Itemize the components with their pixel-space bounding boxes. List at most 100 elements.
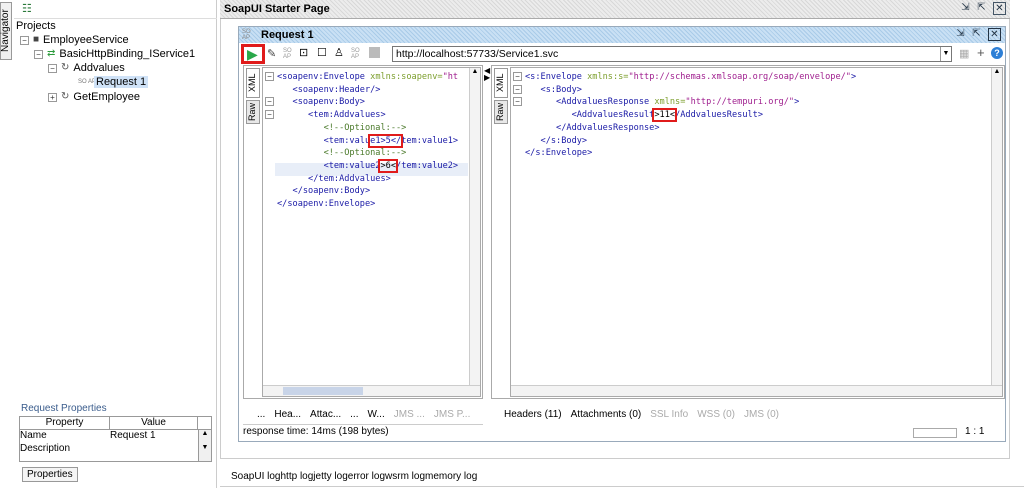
xml-token: > xyxy=(850,72,857,82)
highlighted-value: >11< xyxy=(652,108,678,123)
endpoint-select[interactable]: http://localhost:57733/Service1.svc ▼ xyxy=(392,46,952,62)
xml-token: "http://tempuri.org/" xyxy=(685,97,795,108)
tree-item-binding[interactable]: − ⇄ BasicHttpBinding_IService1 xyxy=(34,48,195,60)
xml-token: <soapenv:Envelope xyxy=(277,72,371,82)
highlighted-value: >6< xyxy=(378,158,398,173)
fold-icon[interactable]: − xyxy=(265,110,274,120)
tab[interactable]: http log xyxy=(280,471,313,482)
code-line: <AddvaluesResponse xmlns="http://tempuri… xyxy=(525,96,856,109)
fold-icon[interactable]: − xyxy=(513,97,522,107)
collapse-icon[interactable]: − xyxy=(20,35,29,45)
operation-icon: ↻ xyxy=(61,91,70,102)
xml-token: <soapenv:Header/> xyxy=(277,84,381,95)
tab[interactable]: wsrm log xyxy=(385,471,425,482)
maximize-icon[interactable]: ⇱ xyxy=(970,28,983,41)
cancel-request-icon[interactable]: ✎ xyxy=(267,47,276,60)
wsdl-icon[interactable]: SO AP xyxy=(283,48,292,60)
tree-label: EmployeeService xyxy=(43,34,129,46)
tab[interactable]: Headers (11) xyxy=(504,409,562,420)
request-xml-editor[interactable]: <soapenv:Envelope xmlns:soapenv="ht <soa… xyxy=(262,67,481,397)
submit-request-icon[interactable]: ▶ xyxy=(247,46,258,63)
stamp-icon[interactable]: ♙ xyxy=(334,46,344,59)
xml-token: xmlns= xyxy=(654,97,686,108)
table-row[interactable]: Description xyxy=(20,443,211,456)
code-line: </tem:Addvalues> xyxy=(277,173,458,186)
tab[interactable]: SSL Info xyxy=(650,409,688,420)
minimize-icon[interactable]: ⇲ xyxy=(959,2,972,15)
horizontal-scrollbar[interactable] xyxy=(511,385,1002,396)
vertical-scrollbar[interactable]: ▲ xyxy=(991,68,1002,396)
endpoint-value: http://localhost:57733/Service1.svc xyxy=(396,48,559,60)
column-header-property[interactable]: Property xyxy=(20,417,110,429)
fold-icon[interactable]: − xyxy=(513,84,522,94)
xml-token: tem:value1> xyxy=(401,135,459,146)
tab-raw[interactable]: Raw xyxy=(494,100,508,124)
request-window: SO AP Request 1 ⇲ ⇱ ✕ ▶ ✎ SO AP ⊡ ☐ ♙ SO AP… xyxy=(238,26,1006,442)
format-icon[interactable]: ⊡ xyxy=(299,46,308,59)
tree-label: Request 1 xyxy=(94,76,149,88)
tab[interactable]: jetty log xyxy=(313,471,347,482)
xml-token: </soapenv:Envelope> xyxy=(277,199,376,210)
add-icon[interactable]: + xyxy=(977,45,985,60)
horizontal-scrollbar[interactable] xyxy=(263,385,480,396)
split-arrows-icon[interactable]: ◀ ▶ xyxy=(484,67,490,82)
xml-token: </AddvaluesResponse> xyxy=(525,122,660,133)
chevron-down-icon[interactable]: ▼ xyxy=(940,47,951,61)
tree-item-addvalues[interactable]: − ↻ Addvalues xyxy=(48,62,125,74)
minimize-icon[interactable]: ⇲ xyxy=(954,28,967,41)
column-header-value[interactable]: Value xyxy=(110,417,198,429)
xml-token: > xyxy=(794,97,800,108)
tree-item-project[interactable]: − ■ EmployeeService xyxy=(20,34,129,46)
table-row[interactable]: Name Request 1 xyxy=(20,430,211,443)
fold-icon[interactable]: − xyxy=(265,97,274,107)
tree-projects-root[interactable]: Projects xyxy=(16,20,56,32)
help-icon[interactable]: ? xyxy=(991,47,1003,59)
code-line: <s:Body> xyxy=(525,84,856,97)
scrollbar[interactable]: ▲ ▼ xyxy=(198,430,211,461)
xml-token: <AddvaluesResponse xyxy=(525,97,655,108)
tab[interactable]: Attachments (0) xyxy=(571,409,642,420)
response-xml-editor[interactable]: <s:Envelope xmlns:s="http://schemas.xmls… xyxy=(510,67,1003,397)
tree-view-icon[interactable]: ☷ xyxy=(22,4,34,15)
close-icon[interactable]: ✕ xyxy=(993,2,1006,15)
navigator-tab[interactable]: Navigator xyxy=(0,2,12,60)
maximize-icon[interactable]: ⇱ xyxy=(975,2,988,15)
fold-icon[interactable]: − xyxy=(513,72,522,81)
xml-token: "http://schemas.xmlsoap.org/soap/envelop… xyxy=(628,72,851,82)
tree-label: BasicHttpBinding_IService1 xyxy=(59,48,196,60)
response-time-status: response time: 14ms (198 bytes) xyxy=(243,426,389,437)
xml-token: </s:Envelope> xyxy=(525,148,593,159)
tree-item-getemployee[interactable]: + ↻ GetEmployee xyxy=(48,91,140,103)
tab[interactable]: JMS (0) xyxy=(744,409,779,420)
fold-icon[interactable]: − xyxy=(265,72,274,81)
cursor-position: 1 : 1 xyxy=(965,426,985,437)
tab[interactable]: error log xyxy=(348,471,385,482)
cell: Name xyxy=(20,430,47,441)
collapse-icon[interactable]: − xyxy=(34,49,43,59)
xml-token: "ht xyxy=(442,72,459,82)
code-line: <soapenv:Envelope xmlns:soapenv="ht xyxy=(277,71,458,84)
tab[interactable]: SoapUI log xyxy=(231,471,280,482)
tab[interactable]: WSS (0) xyxy=(697,409,735,420)
xml-token: </soapenv:Body> xyxy=(277,186,371,197)
square-icon[interactable]: ☐ xyxy=(317,46,327,59)
code-line: <soapenv:Body> xyxy=(277,96,458,109)
collapse-icon[interactable]: − xyxy=(48,63,57,73)
response-bottom-tabs: Headers (11) Attachments (0) SSL Info WSS (… xyxy=(504,409,788,420)
highlighted-value: e1>5</ xyxy=(368,133,404,148)
code-line: <tem:value1>5</tem:value1> xyxy=(277,133,459,148)
tab-raw[interactable]: Raw xyxy=(246,100,260,124)
request-editor-pane: XML Raw <soapenv:Envelope xmlns:soapenv=… xyxy=(243,65,483,399)
tree-item-request1[interactable]: SO AP Request 1 xyxy=(78,76,149,88)
tab[interactable]: memory log xyxy=(425,471,477,482)
expand-icon[interactable]: + xyxy=(48,92,57,102)
xml-token: <AddvaluesResult xyxy=(525,110,655,121)
tab-xml[interactable]: XML xyxy=(494,68,508,98)
edit-endpoint-icon[interactable]: ▦ xyxy=(959,47,969,60)
soap-action-icon[interactable]: SO AP xyxy=(351,48,360,60)
xml-token: /tem:value2> xyxy=(396,160,459,171)
tab-xml[interactable]: XML xyxy=(246,68,260,98)
close-icon[interactable]: ✕ xyxy=(988,28,1001,41)
vertical-scrollbar[interactable]: ▲ xyxy=(469,68,480,396)
properties-button[interactable]: Properties xyxy=(22,467,78,482)
